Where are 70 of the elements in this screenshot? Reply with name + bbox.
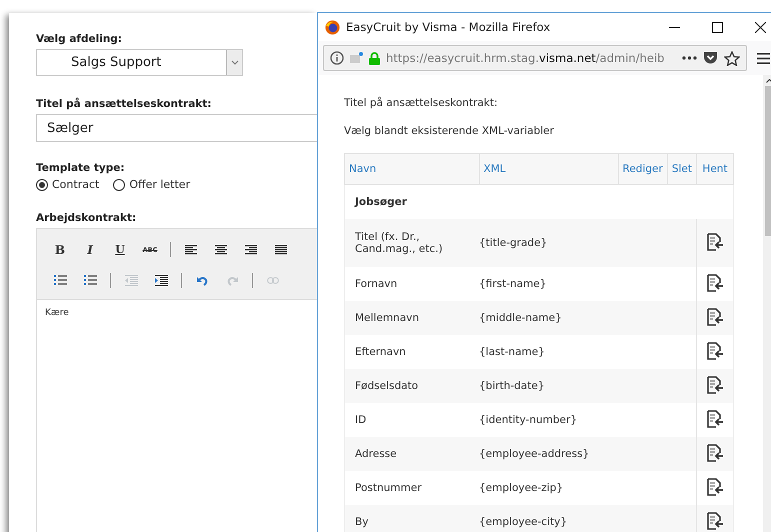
maximize-icon[interactable] [712,22,723,32]
field-label: Arbejdskontrakt: [36,212,138,224]
insert-icon[interactable] [706,376,724,394]
insert-icon[interactable] [706,232,724,250]
indent-icon [154,275,168,286]
page-icon [350,52,363,64]
insert-icon[interactable] [706,308,724,326]
table-cell: Titel (fx. Dr., Cand.mag., etc.) [344,219,479,267]
column-header[interactable]: XML [479,154,618,184]
table-cell: Fødselsdato [344,369,479,403]
table-cell: {birth-date} [479,369,618,403]
address-bar[interactable]: https://easycruit.hrm.stag.visma.net/admin/heib [323,45,747,71]
table-cell: By [344,505,479,532]
insert-icon[interactable] [706,410,724,428]
table-cell: {title-grade} [479,219,618,267]
table-cell: {employee-address} [479,437,618,471]
insert-icon[interactable] [706,478,724,496]
menu-icon[interactable] [757,52,770,64]
url-text: https://easycruit.hrm.stag.visma.net/admin/heib [386,51,664,65]
chevron-icon [230,60,238,65]
table-cell: {last-name} [479,335,618,369]
column-header[interactable]: Slet [667,154,696,184]
table-cell: {first-name} [479,267,618,301]
radio-label: Contract [52,178,100,191]
column-header[interactable]: Rediger [618,154,668,184]
close-icon[interactable] [755,22,766,32]
dialog-heading: Titel på ansættelseskontrakt: [344,97,499,109]
more-icon[interactable] [682,56,697,60]
align-icon [185,244,197,254]
column-header[interactable]: Hent [696,154,734,184]
scroll-up-icon[interactable] [766,79,771,83]
bold-button[interactable]: B [45,238,75,260]
insert-icon[interactable] [706,444,724,462]
redo-icon [226,276,238,286]
title-field[interactable]: Sælger [36,114,317,142]
insert-icon[interactable] [706,512,724,530]
radio-option[interactable]: Contract [36,178,100,191]
column-header[interactable]: Navn [344,154,479,184]
underline-button[interactable]: U [105,238,135,260]
indent-icon [124,275,138,286]
insert-icon[interactable] [706,274,724,292]
radio-label: Offer letter [129,178,190,191]
pocket-icon[interactable] [703,51,718,65]
lock-icon [369,52,380,64]
align-icon [245,244,257,254]
table-cell: {employee-city} [479,505,618,532]
align-icon [275,244,287,254]
field-label: Vælg afdeling: [36,33,124,45]
field-label: Template type: [36,162,126,174]
table-cell: Adresse [344,437,479,471]
italic-button[interactable]: I [75,238,105,260]
field-label: Titel på ansættelseskontrakt: [36,98,212,110]
insert-icon[interactable] [706,342,724,360]
table-cell: {identity-number} [479,403,618,437]
list-icon [84,275,96,286]
list-icon [54,275,66,286]
table-cell: {middle-name} [479,301,618,335]
star-icon[interactable] [724,50,740,66]
undo-icon [196,276,208,286]
link-icon [267,277,279,284]
radio-option[interactable]: Offer letter [113,178,190,191]
table-cell: {employee-zip} [479,471,618,505]
department-select[interactable]: Salgs Support [36,49,243,76]
align-icon [215,244,227,254]
editor-text: Kære [45,308,69,318]
table-cell: Mellemnavn [344,301,479,335]
hint-text: Vælg blandt eksisterende XML-variabler [344,125,555,137]
browser-logo-icon [325,20,340,34]
window-title: EasyCruit by Visma - Mozilla Firefox [346,20,552,34]
info-icon [330,51,344,65]
